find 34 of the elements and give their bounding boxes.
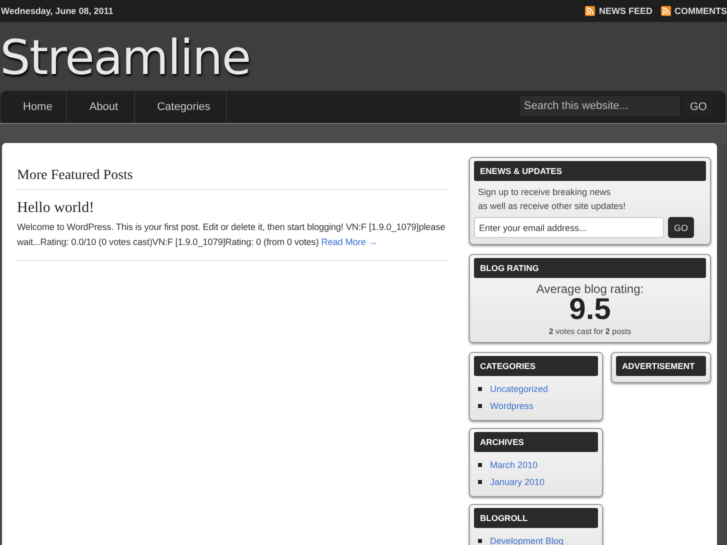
widget-link[interactable]: Uncategorized	[490, 384, 548, 394]
newsletter-text: as well as receive other site updates!	[478, 201, 627, 211]
widget-link[interactable]: January 2010	[490, 476, 545, 486]
subscribe-button[interactable]: GO	[668, 217, 694, 238]
widget-title: CATEGORIES	[474, 356, 598, 376]
widget-title: ADVERTISEMENT	[616, 356, 706, 376]
feed-link[interactable]: COMMENTS	[660, 6, 727, 16]
bullet-icon	[478, 404, 482, 408]
post-title[interactable]: Hello world!	[17, 200, 448, 217]
widget-title: ENEWS & UPDATES	[474, 161, 706, 181]
rating-label: Average blog rating:	[535, 282, 645, 296]
widget-link[interactable]: March 2010	[490, 460, 538, 470]
post-excerpt: Welcome to WordPress. This is your first post. Edit or delete it, then start blogging! VN:F [1.9.0_1079]please wait...Rating: 0.0/10 (0 votes cast)VN:F [1.9.0_1079]Rating: 0 (from 0 votes) Read More →	[17, 221, 446, 249]
widget-title: ARCHIVES	[474, 432, 598, 452]
widget-title: BLOG RATING	[474, 258, 706, 278]
read-more-link[interactable]: Read More →	[321, 237, 378, 247]
widget-link[interactable]: Development Blog	[490, 536, 564, 545]
feed-link[interactable]: NEWS FEED	[584, 6, 652, 16]
bullet-icon	[478, 538, 482, 542]
widget-title: BLOGROLL	[474, 508, 598, 528]
date-text: Wednesday, June 08, 2011	[1, 6, 114, 16]
bullet-icon	[478, 462, 482, 466]
rss-icon	[660, 6, 670, 16]
email-field[interactable]: Enter your email address...	[474, 217, 664, 238]
bullet-icon	[478, 480, 482, 484]
widget-link[interactable]: Wordpress	[490, 400, 534, 410]
site-logo[interactable]: Streamline	[0, 22, 727, 90]
rating-summary: 2 votes cast for 2 posts	[548, 327, 632, 336]
rating-value: 9.5	[569, 296, 611, 324]
rss-icon	[584, 6, 595, 16]
bullet-icon	[478, 386, 482, 390]
newsletter-text: Sign up to receive breaking news	[478, 187, 612, 197]
search-field[interactable]: Search this website...	[520, 96, 680, 116]
section-title: More Featured Posts	[17, 168, 448, 190]
